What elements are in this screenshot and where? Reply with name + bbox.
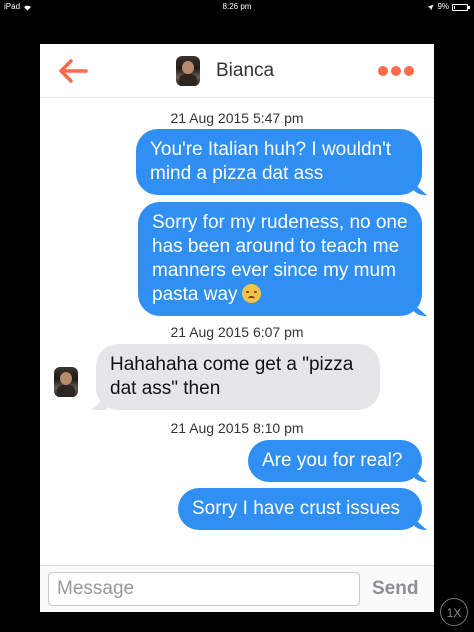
message-text: Hahahaha come get a "pizza dat ass" then [110, 354, 354, 399]
outgoing-message[interactable]: Sorry I have crust issues [178, 488, 422, 530]
contact-avatar[interactable] [176, 56, 200, 86]
status-time: 8:26 pm [222, 2, 252, 11]
contact-avatar[interactable] [54, 367, 78, 397]
chat-header: Bianca [40, 44, 434, 98]
status-bar: iPad 8:26 pm 9% [0, 0, 474, 14]
battery-percent: 9% [437, 2, 449, 11]
outgoing-message[interactable]: Are you for real? [248, 440, 422, 482]
status-right: 9% [427, 0, 470, 14]
send-button[interactable]: Send [372, 578, 418, 600]
message-text: You're Italian huh? I wouldn't mind a pi… [150, 139, 392, 184]
outgoing-message[interactable]: Sorry for my rudeness, no one has been a… [138, 202, 422, 316]
contact-name[interactable]: Bianca [216, 60, 274, 82]
chat-window: Bianca 21 Aug 2015 5:47 pm You're Italia… [40, 44, 434, 612]
message-text: Sorry I have crust issues [192, 498, 401, 519]
more-options-icon[interactable] [378, 66, 414, 76]
sad-face-emoji-icon [241, 284, 261, 303]
message-text: Are you for real? [262, 450, 403, 471]
back-arrow-icon[interactable] [56, 56, 90, 86]
message-composer: Send [40, 565, 434, 612]
timestamp: 21 Aug 2015 8:10 pm [170, 420, 304, 436]
zoom-button[interactable]: 1X [440, 598, 468, 626]
outgoing-message[interactable]: You're Italian huh? I wouldn't mind a pi… [136, 129, 422, 195]
battery-icon [452, 3, 470, 11]
message-input[interactable] [48, 572, 360, 606]
timestamp: 21 Aug 2015 6:07 pm [170, 324, 304, 340]
incoming-message[interactable]: Hahahaha come get a "pizza dat ass" then [96, 344, 380, 410]
message-text: Sorry for my rudeness, no one has been a… [152, 212, 408, 305]
location-icon [427, 4, 434, 10]
timestamp: 21 Aug 2015 5:47 pm [170, 110, 304, 126]
